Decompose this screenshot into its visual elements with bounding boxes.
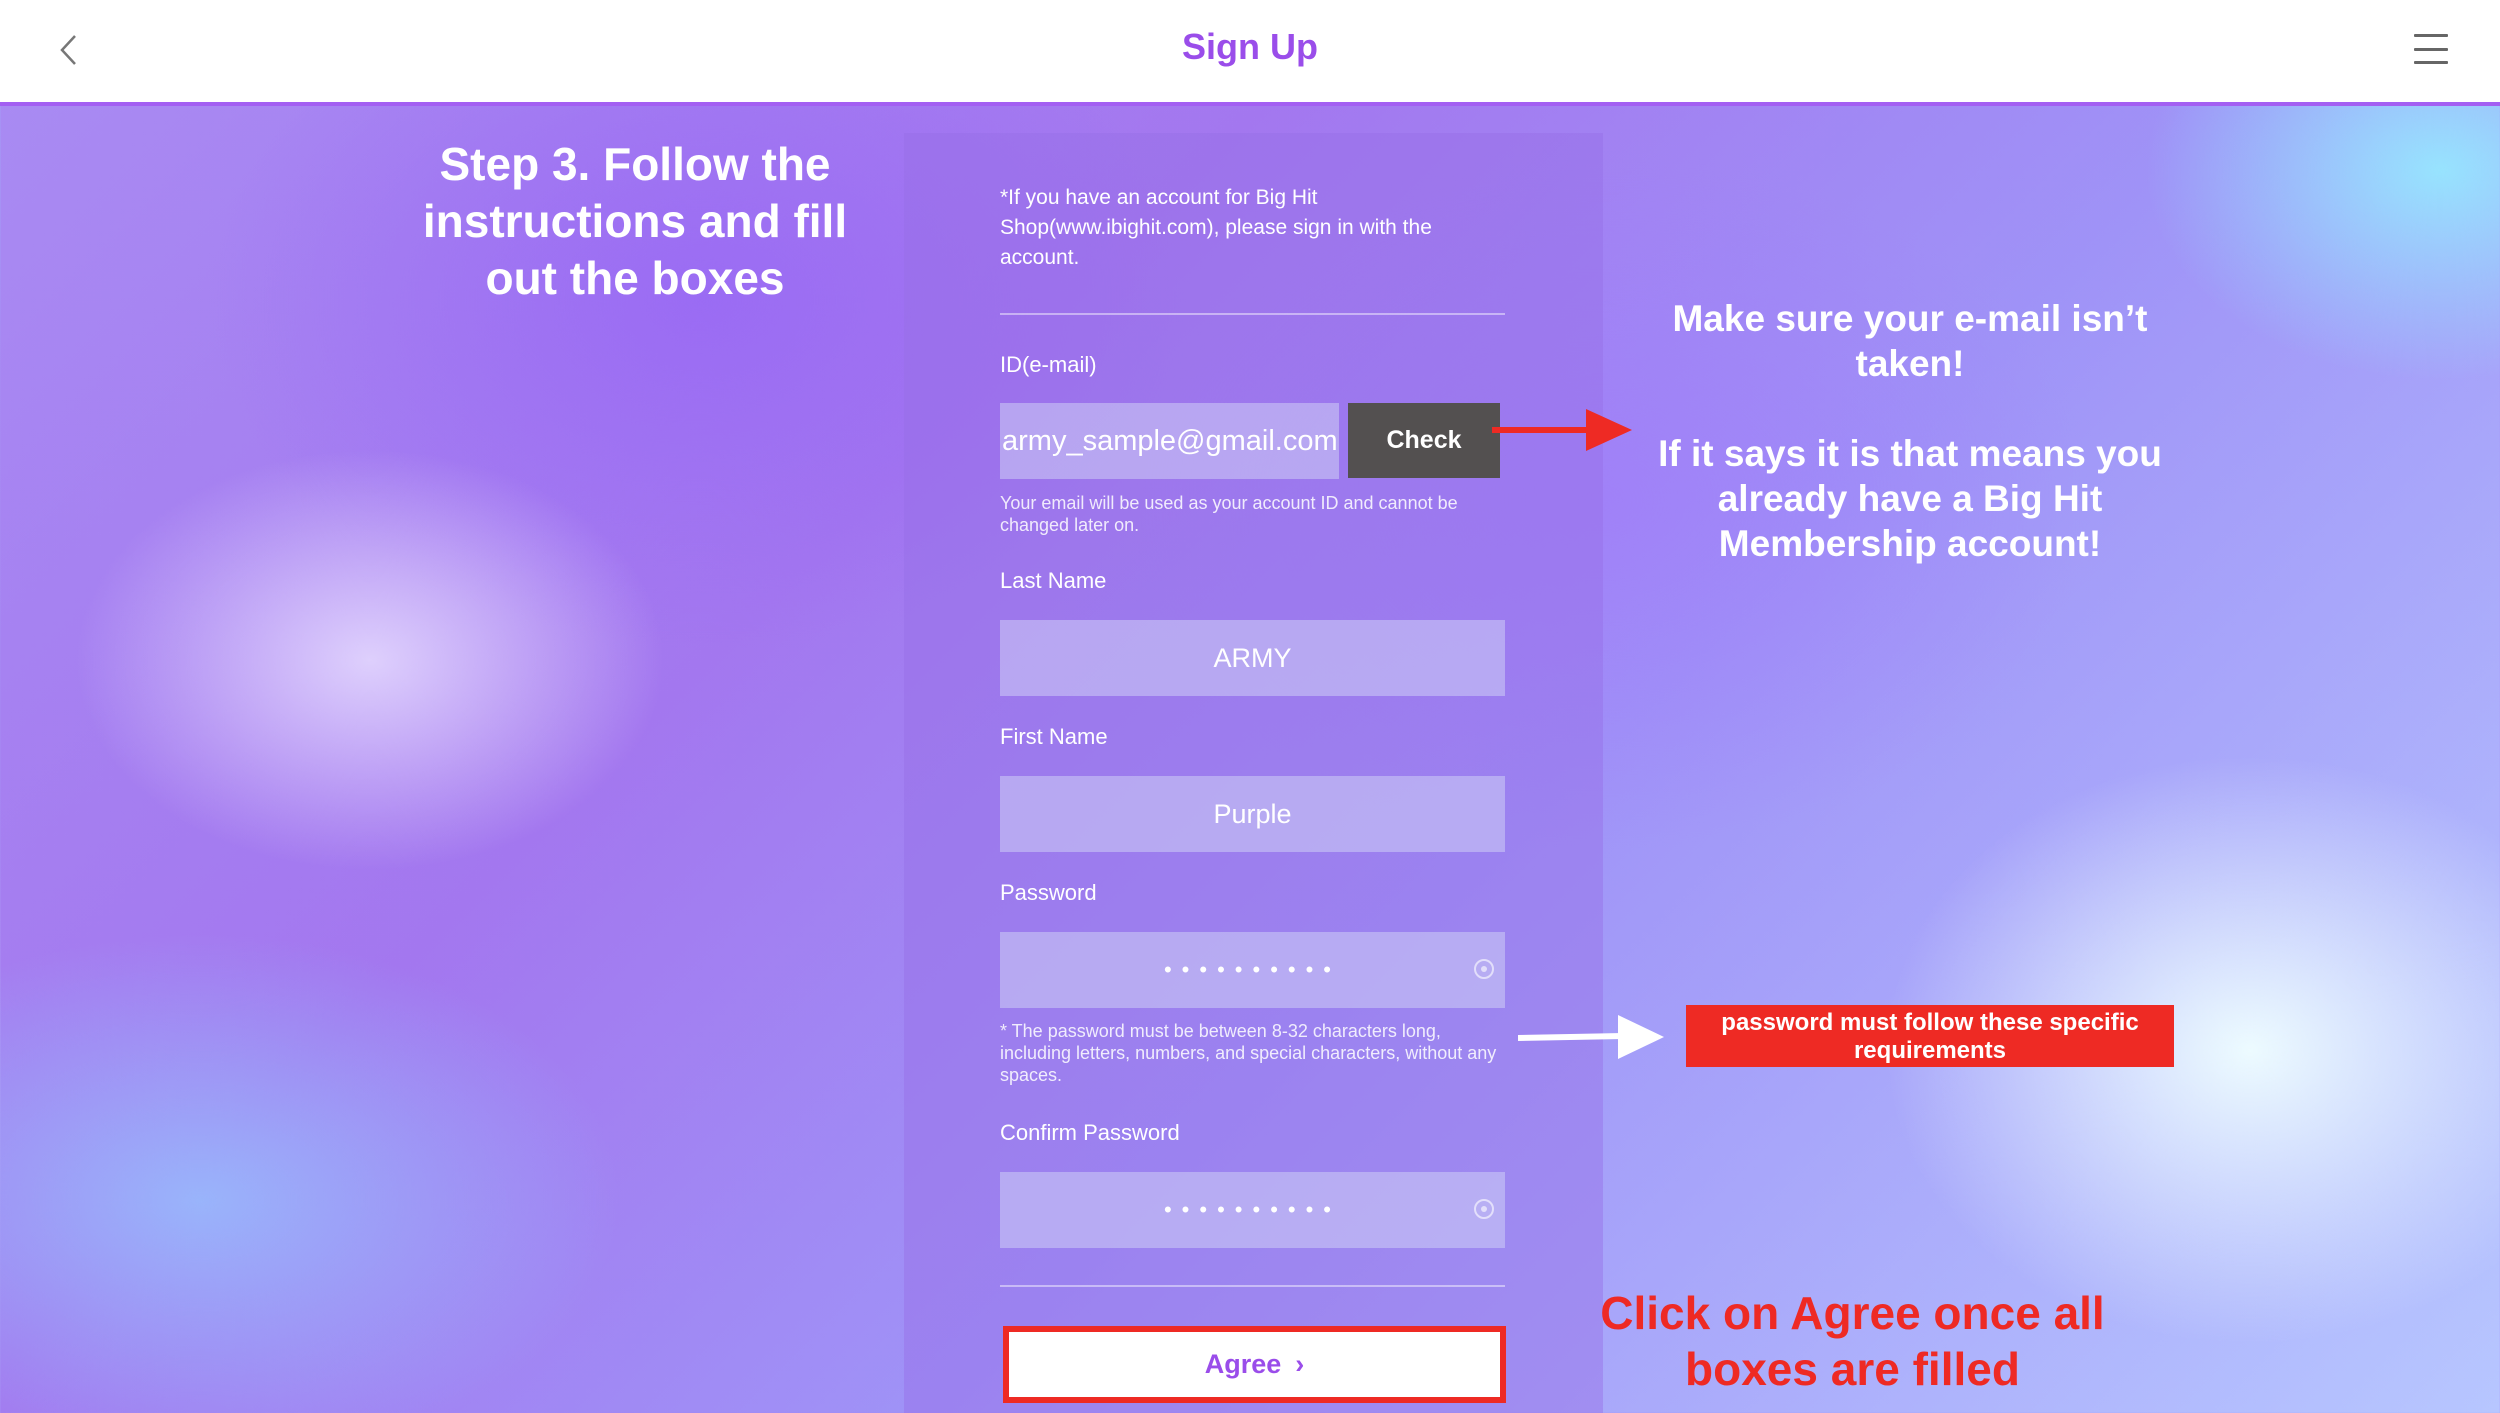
password-requirements-badge: password must follow these specific requ… (1686, 1005, 2174, 1067)
last-name-input[interactable]: ARMY (1000, 620, 1505, 696)
agree-instruction: Click on Agree once all boxes are filled (1600, 1287, 2105, 1395)
confirm-password-label: Confirm Password (1000, 1120, 1180, 1145)
chevron-right-icon: › (1295, 1349, 1305, 1379)
eye-icon[interactable] (1472, 957, 1496, 981)
last-name-label: Last Name (1000, 568, 1107, 593)
top-bar: Sign Up (0, 0, 2500, 106)
email-note-line-1: Make sure your e-mail isn’t taken! (1672, 298, 2148, 384)
email-note-line-2: If it says it is that means you already … (1658, 433, 2162, 564)
divider (1000, 1285, 1505, 1287)
email-label: ID(e-mail) (1000, 352, 1097, 377)
red-arrow-icon (1492, 409, 1632, 451)
divider (1000, 313, 1505, 315)
agree-label: Agree (1204, 1349, 1282, 1379)
agree-button[interactable]: Agree › (1003, 1326, 1506, 1403)
eye-icon[interactable] (1472, 1197, 1496, 1221)
hamburger-menu-icon[interactable] (2414, 34, 2448, 64)
email-note: Make sure your e-mail isn’t taken! If it… (1640, 296, 2180, 566)
email-input[interactable]: army_sample@gmail.com (1000, 403, 1339, 479)
email-helper-text: Your email will be used as your account … (1000, 493, 1458, 535)
password-label: Password (1000, 880, 1097, 905)
step-instruction: Step 3. Follow the instructions and fill… (422, 138, 848, 304)
account-notice: *If you have an account for Big Hit Shop… (1000, 186, 1432, 269)
first-name-label: First Name (1000, 724, 1108, 749)
password-input[interactable]: •••••••••• (1000, 932, 1505, 1008)
white-arrow-icon (1518, 1015, 1664, 1059)
password-helper-text: * The password must be between 8-32 char… (1000, 1021, 1497, 1085)
page-title: Sign Up (1182, 26, 1318, 67)
confirm-password-input[interactable]: •••••••••• (1000, 1172, 1505, 1248)
first-name-input[interactable]: Purple (1000, 776, 1505, 852)
check-button[interactable]: Check (1348, 403, 1500, 478)
